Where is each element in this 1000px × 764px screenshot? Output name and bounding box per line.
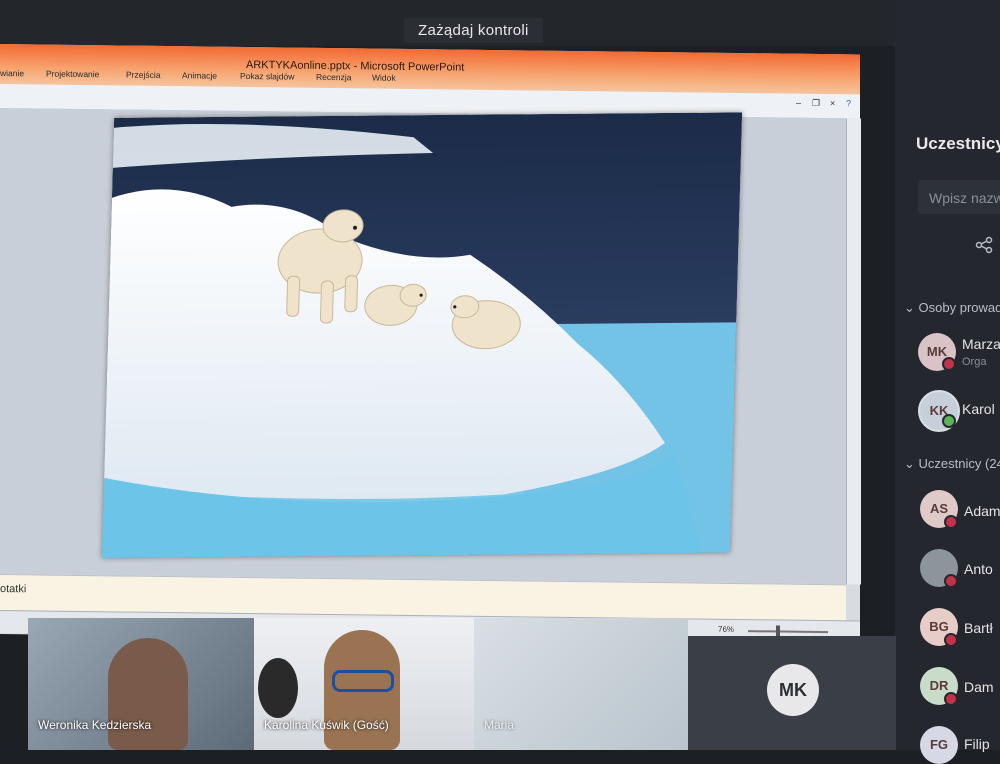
participant-role: Orga	[962, 356, 987, 368]
request-control-button[interactable]: Zażądaj kontroli	[404, 18, 543, 43]
avatar-initials: DR	[929, 678, 949, 693]
zoom-level: 76%	[718, 624, 735, 634]
video-tile[interactable]: Maria	[474, 618, 688, 750]
menu-item-animacje[interactable]: Animacje	[182, 70, 217, 80]
status-badge	[942, 414, 956, 428]
menu-item-przejscia[interactable]: Przejścia	[126, 70, 160, 80]
video-tile[interactable]: Weronika Kedzierska	[28, 618, 254, 750]
video-tile[interactable]: Karolina Kuświk (Gość)	[254, 618, 474, 750]
menu-item-recenzja[interactable]: Recenzja	[316, 72, 351, 82]
section-presenters[interactable]: ⌄ Osoby prowad	[904, 300, 1000, 316]
status-badge	[942, 357, 956, 371]
menu-item-projektowanie[interactable]: Projektowanie	[46, 69, 99, 80]
status-badge	[944, 692, 958, 706]
zoom-slider[interactable]	[748, 630, 828, 634]
status-badge	[944, 574, 958, 588]
avatar[interactable]: FG	[920, 726, 958, 764]
section-attendees-label: Uczestnicy (24	[918, 456, 1000, 471]
slide-scrollbar[interactable]	[846, 118, 861, 585]
participant-name: Marza	[962, 336, 1000, 352]
menu-item-wstawianie[interactable]: wianie	[0, 68, 24, 78]
status-badge	[944, 633, 958, 647]
participant-name: Karol	[962, 401, 995, 417]
participant-name: Anto	[964, 561, 993, 577]
restore-icon[interactable]: ❐	[812, 98, 822, 108]
search-placeholder: Wpisz nazw	[929, 190, 1000, 206]
chevron-down-icon: ⌄	[904, 300, 915, 315]
video-tile-name: Karolina Kuświk (Gość)	[264, 718, 389, 732]
participant-name: Dam	[964, 679, 994, 695]
avatar-initials: MK	[926, 344, 948, 359]
section-attendees[interactable]: ⌄ Uczestnicy (24	[904, 456, 1000, 472]
video-tile-name: Maria	[484, 718, 515, 732]
menu-item-pokaz-slajdow[interactable]: Pokaz slajdów	[240, 71, 294, 82]
glasses-icon	[332, 670, 394, 692]
notes-label: otatki	[0, 583, 27, 596]
menu-item-widok[interactable]: Widok	[372, 73, 396, 83]
minimize-icon[interactable]: –	[796, 98, 806, 108]
section-presenters-label: Osoby prowad	[918, 300, 1000, 315]
shared-screen-powerpoint: ARKTYKAonline.pptx - Microsoft PowerPoin…	[0, 44, 861, 645]
panel-title: Uczestnicy	[916, 134, 1000, 153]
avatar-initials: BG	[929, 619, 949, 634]
participant-video	[108, 638, 188, 750]
participant-name: Adam	[964, 503, 1000, 519]
avatar: MK	[767, 664, 819, 716]
zoom-slider-thumb[interactable]	[776, 625, 780, 637]
participant-name: Bartł	[964, 620, 993, 636]
video-tile-name: Weronika Kedzierska	[38, 718, 152, 732]
microphone-stand-icon	[258, 658, 298, 718]
status-badge	[944, 515, 958, 529]
help-icon[interactable]: ?	[846, 98, 856, 108]
avatar-initials: AS	[929, 501, 949, 516]
chevron-down-icon: ⌄	[904, 456, 915, 471]
share-icon[interactable]	[975, 236, 993, 259]
close-icon[interactable]: ×	[830, 98, 840, 108]
slide-polar-bears-image	[101, 112, 743, 558]
